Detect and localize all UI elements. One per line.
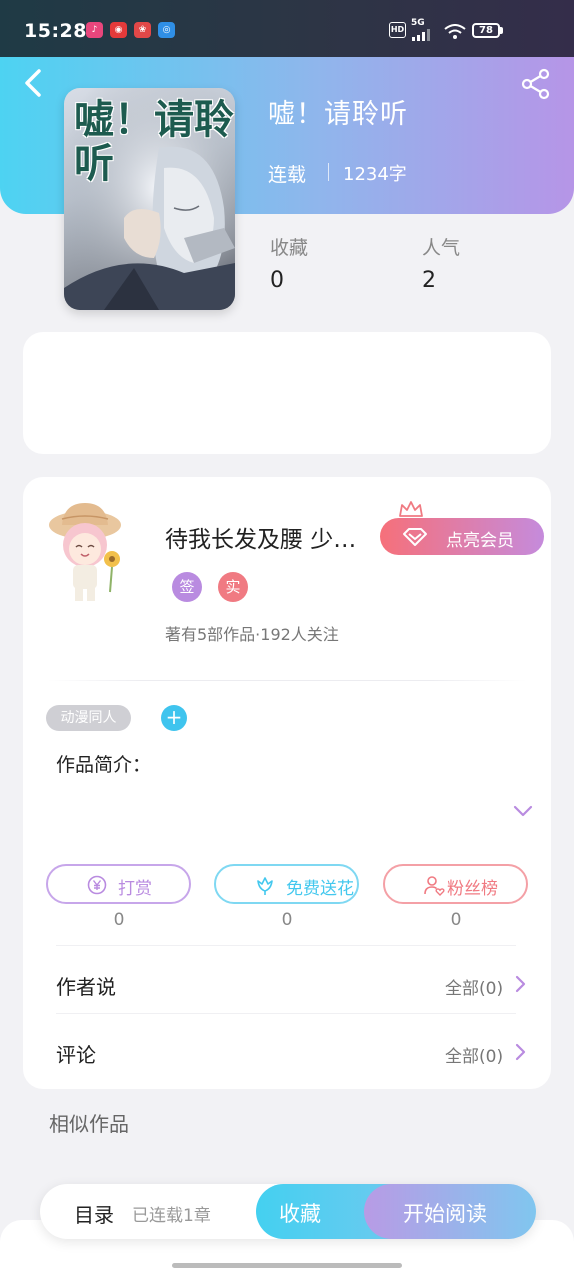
fan-ranking-label: 粉丝榜	[447, 879, 498, 899]
signal-icon	[412, 29, 430, 41]
similar-works-title: 相似作品	[49, 1112, 129, 1136]
back-arrow-icon[interactable]	[18, 66, 48, 100]
intro-label: 作品简介：	[56, 754, 152, 776]
cover-title: 嘘！请聆听	[74, 96, 234, 187]
start-reading-button[interactable]: 开始阅读	[364, 1184, 536, 1239]
stat-label-favorites: 收藏	[270, 237, 309, 259]
divider	[56, 945, 516, 946]
tip-count: 0	[113, 910, 125, 930]
book-cover[interactable]: 嘘！请聆听	[64, 88, 235, 310]
stat-value-favorites: 0	[270, 268, 284, 293]
network-label: 5G	[411, 18, 425, 28]
add-tag-button[interactable]: +	[161, 705, 187, 731]
tip-button-label: 打赏	[118, 879, 152, 899]
flower-icon	[257, 877, 273, 895]
meta-divider	[328, 163, 329, 181]
status-bar: 15:28 ♪ ◉ ❀ ◎ HD 5G 78	[0, 0, 574, 57]
serial-status: 连载	[268, 164, 307, 186]
fan-ranking-button[interactable]: 粉丝榜	[383, 864, 528, 904]
chevron-right-icon[interactable]	[513, 1043, 527, 1061]
comments-title: 评论	[56, 1043, 96, 1067]
author-notes-all-link[interactable]: 全部(0)	[445, 974, 503, 999]
share-icon[interactable]	[520, 68, 552, 100]
start-reading-label: 开始阅读	[403, 1202, 487, 1226]
genre-tag[interactable]: 动漫同人	[46, 705, 131, 731]
stat-value-popularity: 2	[422, 268, 436, 293]
ad-placeholder-card	[23, 332, 551, 454]
chevron-down-icon[interactable]	[511, 802, 535, 820]
add-to-favorites-label: 收藏	[279, 1202, 321, 1226]
hd-icon: HD	[389, 22, 406, 38]
status-time: 15:28	[24, 20, 87, 42]
author-avatar[interactable]	[40, 497, 130, 607]
fan-count: 0	[450, 910, 462, 930]
battery-icon: 78	[472, 23, 500, 38]
user-heart-icon	[424, 876, 445, 896]
tip-button[interactable]: 打赏	[46, 864, 191, 904]
signed-badge: 签	[172, 572, 202, 602]
author-notes-title: 作者说	[56, 975, 116, 999]
author-stats: 著有5部作品·192人关注	[165, 625, 339, 644]
table-of-contents-button[interactable]: 目录	[74, 1199, 114, 1228]
vip-button[interactable]: 点亮会员	[380, 518, 544, 555]
vip-button-label: 点亮会员	[446, 531, 514, 551]
wifi-icon	[444, 24, 466, 39]
divider	[56, 1013, 516, 1014]
word-count: 1234字	[343, 164, 407, 185]
comments-all-link[interactable]: 全部(0)	[445, 1042, 503, 1067]
chevron-right-icon[interactable]	[513, 975, 527, 993]
diamond-icon	[403, 528, 427, 546]
verified-badge: 实	[218, 572, 248, 602]
flower-count: 0	[281, 910, 293, 930]
crown-icon	[399, 501, 423, 517]
battery-tip	[500, 27, 503, 34]
stat-label-popularity: 人气	[422, 237, 461, 259]
send-flower-label: 免费送花	[286, 879, 354, 899]
notification-app-icon: ❀	[134, 22, 151, 38]
divider	[47, 680, 527, 681]
notification-app-icon: ◉	[110, 22, 127, 38]
book-title: 嘘！请聆听	[268, 99, 408, 130]
send-flower-button[interactable]: 免费送花	[214, 864, 359, 904]
author-name[interactable]: 待我长发及腰 少…	[165, 520, 375, 554]
yen-coin-icon	[87, 875, 107, 895]
home-indicator[interactable]	[172, 1263, 402, 1268]
notification-app-icon: ◎	[158, 22, 175, 38]
chapter-status: 已连载1章	[132, 1206, 211, 1226]
notification-app-icon: ♪	[86, 22, 103, 38]
